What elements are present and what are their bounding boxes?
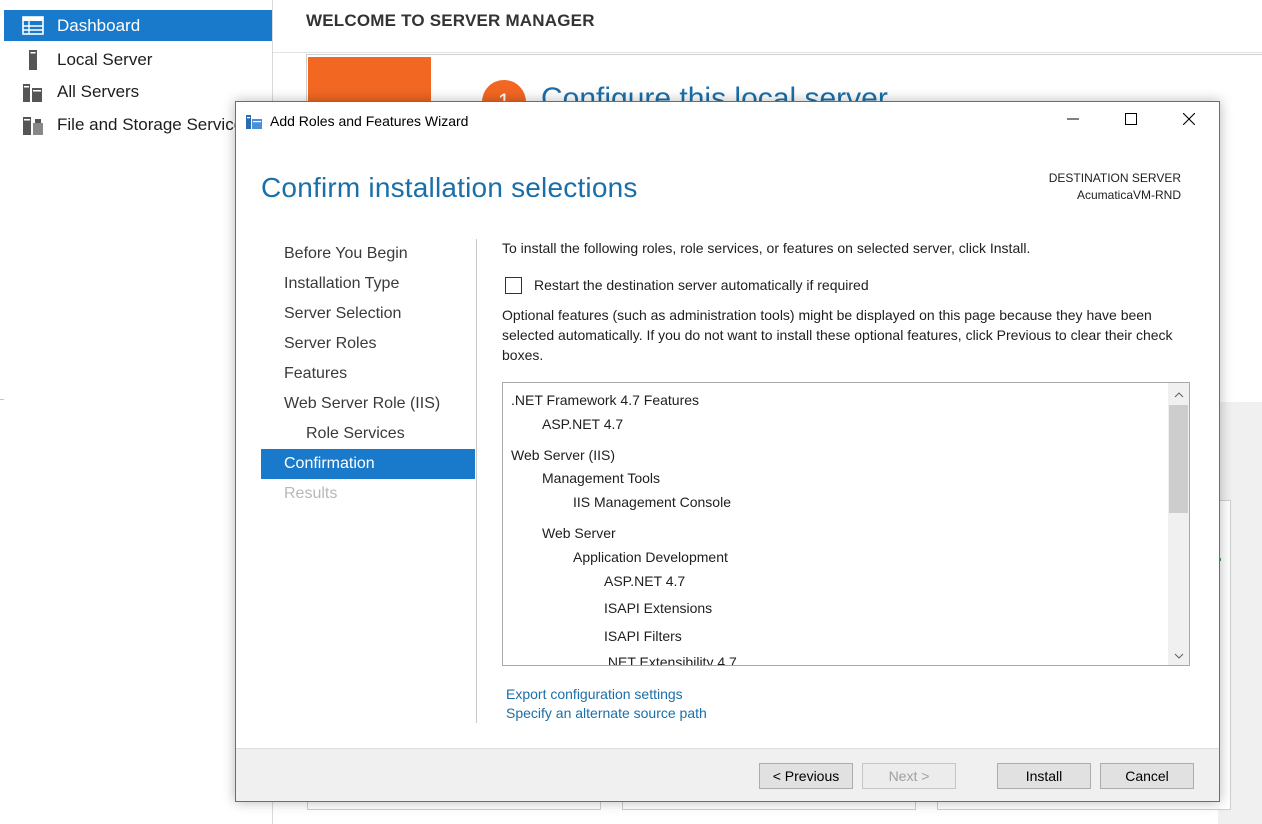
nav-item-before-you-begin[interactable]: Before You Begin xyxy=(261,239,475,269)
dashboard-icon xyxy=(22,15,44,36)
maximize-button[interactable] xyxy=(1102,102,1160,140)
next-button: Next > xyxy=(862,763,956,789)
optional-features-note: Optional features (such as administratio… xyxy=(502,307,1173,363)
list-item: ISAPI Extensions xyxy=(604,600,713,616)
sidebar-item-label: File and Storage Services xyxy=(57,114,252,134)
scroll-down-button[interactable] xyxy=(1168,644,1189,665)
wizard-app-icon xyxy=(245,112,263,130)
list-item: ASP.NET 4.7 xyxy=(542,416,624,432)
nav-item-web-server-role[interactable]: Web Server Role (IIS) xyxy=(261,389,475,419)
scrollbar-thumb[interactable] xyxy=(1169,405,1188,513)
list-item: Web Server xyxy=(542,525,616,541)
divider xyxy=(0,399,4,400)
divider xyxy=(476,239,477,723)
wizard-page-title: Confirm installation selections xyxy=(261,172,638,203)
scroll-up-button[interactable] xyxy=(1168,383,1189,404)
storage-icon xyxy=(22,115,44,135)
selections-list[interactable]: .NET Framework 4.7 Features ASP.NET 4.7 … xyxy=(502,382,1190,666)
sidebar-item-label: All Servers xyxy=(57,81,140,101)
intro-text: To install the following roles, role ser… xyxy=(502,240,1031,256)
vertical-scrollbar[interactable] xyxy=(1168,383,1189,665)
page-title: WELCOME TO SERVER MANAGER xyxy=(306,11,595,30)
chevron-up-icon xyxy=(1174,385,1184,403)
nav-item-confirmation[interactable]: Confirmation xyxy=(261,449,475,479)
maximize-icon xyxy=(1125,112,1137,130)
nav-item-server-selection[interactable]: Server Selection xyxy=(261,299,475,329)
list-item: Application Development xyxy=(573,549,728,565)
sidebar-item-label: Dashboard xyxy=(57,15,141,35)
destination-server-label: DESTINATION SERVER xyxy=(1048,171,1181,185)
close-button[interactable] xyxy=(1160,102,1218,140)
nav-item-installation-type[interactable]: Installation Type xyxy=(261,269,475,299)
close-icon xyxy=(1182,112,1196,130)
wizard-footer: < Previous Next > Install Cancel xyxy=(236,748,1219,801)
list-item: Management Tools xyxy=(542,470,661,486)
nav-item-results: Results xyxy=(284,485,338,502)
restart-checkbox[interactable] xyxy=(505,277,522,294)
sidebar-item-label: Local Server xyxy=(57,49,153,69)
minimize-button[interactable] xyxy=(1044,102,1102,140)
window-title: Add Roles and Features Wizard xyxy=(270,113,469,129)
install-button[interactable]: Install xyxy=(997,763,1091,789)
destination-server-name: AcumaticaVM-RND xyxy=(1076,188,1181,202)
nav-item-features[interactable]: Features xyxy=(261,359,475,389)
list-item: ASP.NET 4.7 xyxy=(604,573,686,589)
list-item: Web Server (IIS) xyxy=(511,447,615,463)
cancel-button[interactable]: Cancel xyxy=(1100,763,1194,789)
servers-icon xyxy=(22,82,44,102)
sidebar-item-local-server[interactable]: Local Server xyxy=(4,44,272,75)
minimize-icon xyxy=(1067,112,1079,130)
chevron-down-icon xyxy=(1174,646,1184,664)
sidebar-item-dashboard[interactable]: Dashboard xyxy=(4,10,272,41)
sidebar-item-all-servers[interactable]: All Servers xyxy=(4,76,272,107)
nav-item-server-roles[interactable]: Server Roles xyxy=(261,329,475,359)
list-item: .NET Extensibility 4.7 xyxy=(604,654,737,666)
divider xyxy=(273,52,1262,53)
server-manager-sidebar: Dashboard Local Server All Servers File … xyxy=(0,0,273,824)
server-icon xyxy=(22,49,44,70)
sidebar-item-file-storage[interactable]: File and Storage Services xyxy=(4,109,272,140)
previous-button[interactable]: < Previous xyxy=(759,763,853,789)
restart-checkbox-label[interactable]: Restart the destination server automatic… xyxy=(534,277,869,293)
list-item: .NET Framework 4.7 Features xyxy=(511,392,700,408)
nav-item-role-services[interactable]: Role Services xyxy=(261,419,475,449)
add-roles-wizard-dialog: Add Roles and Features Wizard DESTINATIO… xyxy=(235,101,1220,802)
title-bar[interactable]: Add Roles and Features Wizard xyxy=(236,102,1219,140)
export-configuration-link[interactable]: Export configuration settings xyxy=(506,686,683,702)
alternate-source-path-link[interactable]: Specify an alternate source path xyxy=(506,705,707,721)
list-item: IIS Management Console xyxy=(573,494,731,510)
list-item: ISAPI Filters xyxy=(604,628,682,644)
